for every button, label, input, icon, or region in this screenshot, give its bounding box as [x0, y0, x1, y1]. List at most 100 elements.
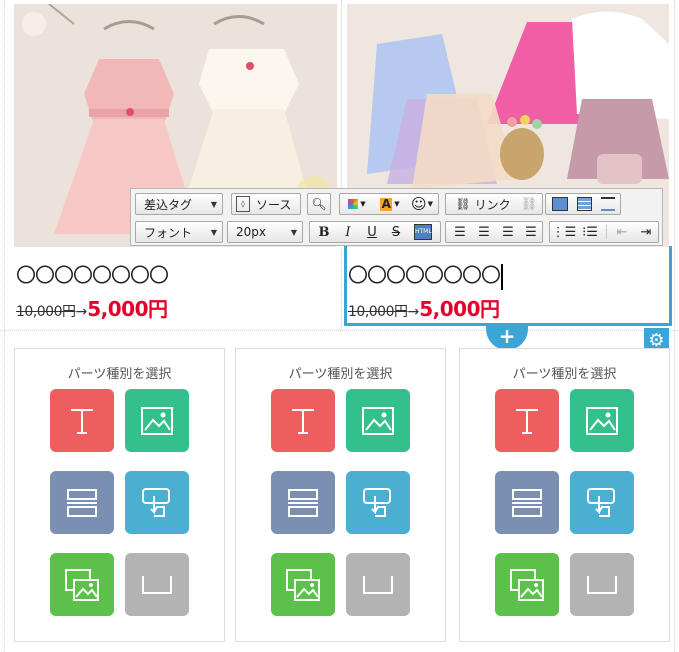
parts-selector-label: パーツ種別を選択	[288, 367, 393, 382]
product-title[interactable]: 〇〇〇〇〇〇〇〇	[16, 259, 169, 288]
gallery-part-button[interactable]	[495, 553, 559, 616]
button-icon	[363, 487, 391, 517]
gallery-icon	[286, 568, 320, 601]
grid-divider	[674, 0, 675, 652]
align-left-icon[interactable]: ☰	[448, 222, 472, 242]
spacer-icon	[142, 575, 172, 594]
parts-selector-label: パーツ種別を選択	[67, 367, 172, 382]
underline-icon[interactable]: U	[360, 222, 384, 242]
font-label: フォント	[144, 225, 193, 240]
price-arrow: →	[75, 304, 88, 320]
rich-text-toolbar: 差込タグ ▼ ◊ ソース 🔍︎ ▼ A ▼ ☺ ▼ ⛓ リンク ⛓ フォント ▼ 20px…	[130, 188, 663, 246]
strikethrough-icon[interactable]: S	[384, 222, 408, 242]
link-group: ⛓ リンク ⛓	[445, 193, 543, 215]
font-size-value: 20px	[236, 225, 266, 239]
divider-icon	[512, 488, 542, 517]
toolbar-separator	[606, 225, 607, 239]
insert-group	[545, 193, 621, 215]
magnifier-icon: 🔍︎	[311, 197, 327, 211]
find-button[interactable]: 🔍︎	[307, 193, 331, 215]
html-icon[interactable]: HTML	[410, 222, 436, 242]
source-label: ソース	[256, 197, 292, 212]
insert-tag-label: 差込タグ	[144, 197, 193, 212]
font-dropdown[interactable]: フォント ▼	[135, 221, 223, 243]
text-icon	[71, 408, 93, 434]
align-justify-icon[interactable]: ☰	[520, 222, 542, 242]
divider-part-button[interactable]	[495, 471, 559, 534]
divider-part-button[interactable]	[271, 471, 335, 534]
align-center-icon[interactable]: ☰	[472, 222, 496, 242]
image-part-button[interactable]	[346, 389, 410, 452]
sale-price: 5,000円	[419, 297, 500, 321]
spacer-icon	[363, 575, 393, 594]
italic-icon[interactable]: I	[336, 222, 360, 242]
product-title-text[interactable]: 〇〇〇〇〇〇〇〇	[348, 263, 501, 287]
alignment-group: ☰ ☰ ☰ ☰	[445, 221, 543, 243]
grid-divider	[341, 0, 342, 330]
align-right-icon[interactable]: ☰	[496, 222, 520, 242]
horizontal-rule-icon[interactable]	[596, 194, 620, 214]
outdent-icon[interactable]: ⇤	[610, 222, 634, 242]
link-icon: ⛓	[455, 197, 471, 211]
link-button[interactable]: ⛓ リンク	[450, 194, 516, 214]
spacer-part-button[interactable]	[346, 553, 410, 616]
divider-icon	[67, 488, 97, 517]
text-part-button[interactable]	[495, 389, 559, 452]
button-part-button[interactable]	[125, 471, 189, 534]
text-part-button[interactable]	[271, 389, 335, 452]
grid-divider	[0, 330, 679, 331]
product-title-editing[interactable]: 〇〇〇〇〇〇〇〇	[348, 259, 503, 290]
unlink-icon[interactable]: ⛓	[518, 194, 540, 214]
text-part-button[interactable]	[50, 389, 114, 452]
chevron-down-icon: ▼	[290, 227, 297, 237]
parts-selector-panel: パーツ種別を選択	[459, 348, 670, 642]
color-emoji-group: ▼ A ▼ ☺ ▼	[339, 193, 439, 215]
add-block-button[interactable]: +	[486, 326, 528, 350]
button-part-button[interactable]	[570, 471, 634, 534]
grid-divider	[4, 0, 5, 652]
button-part-button[interactable]	[346, 471, 410, 534]
text-icon	[292, 408, 314, 434]
table-color-icon[interactable]: ▼	[343, 194, 371, 214]
image-part-button[interactable]	[125, 389, 189, 452]
insert-table-icon[interactable]	[572, 194, 596, 214]
price-arrow: →	[407, 304, 420, 320]
divider-icon	[288, 488, 318, 517]
divider-part-button[interactable]	[50, 471, 114, 534]
insert-image-icon[interactable]	[548, 194, 572, 214]
original-price: 10,000円	[348, 304, 408, 320]
gallery-part-button[interactable]	[50, 553, 114, 616]
parts-selector-panel: パーツ種別を選択	[14, 348, 225, 642]
list-indent-group: ⋮☰ ⁝☰ ⇤ ⇥	[549, 221, 659, 243]
parts-selector-panel: パーツ種別を選択	[235, 348, 446, 642]
image-icon	[362, 406, 394, 435]
gallery-part-button[interactable]	[271, 553, 335, 616]
text-cursor	[501, 263, 503, 290]
ordered-list-icon[interactable]: ⋮☰	[552, 222, 577, 242]
product-price[interactable]: 10,000円→5,000円	[16, 293, 168, 322]
spacer-part-button[interactable]	[125, 553, 189, 616]
spacer-icon	[587, 575, 617, 594]
indent-icon[interactable]: ⇥	[634, 222, 658, 242]
font-color-icon[interactable]: A ▼	[375, 194, 405, 214]
image-icon	[586, 406, 618, 435]
link-label: リンク	[474, 197, 511, 212]
image-icon	[141, 406, 173, 435]
bold-icon[interactable]: B	[312, 222, 336, 242]
text-icon	[516, 408, 538, 434]
sale-price: 5,000円	[87, 297, 168, 321]
gallery-icon	[510, 568, 544, 601]
gallery-icon	[65, 568, 99, 601]
image-part-button[interactable]	[570, 389, 634, 452]
chevron-down-icon: ▼	[210, 199, 217, 209]
spacer-part-button[interactable]	[570, 553, 634, 616]
button-icon	[142, 487, 170, 517]
product-price[interactable]: 10,000円→5,000円	[348, 293, 500, 322]
font-size-dropdown[interactable]: 20px ▼	[227, 221, 303, 243]
emoji-icon[interactable]: ☺ ▼	[407, 194, 437, 214]
parts-selector-label: パーツ種別を選択	[512, 367, 617, 382]
insert-tag-dropdown[interactable]: 差込タグ ▼	[135, 193, 223, 215]
source-button[interactable]: ◊ ソース	[231, 193, 301, 215]
bullet-list-icon[interactable]: ⁝☰	[578, 222, 602, 242]
source-icon: ◊	[236, 196, 250, 212]
